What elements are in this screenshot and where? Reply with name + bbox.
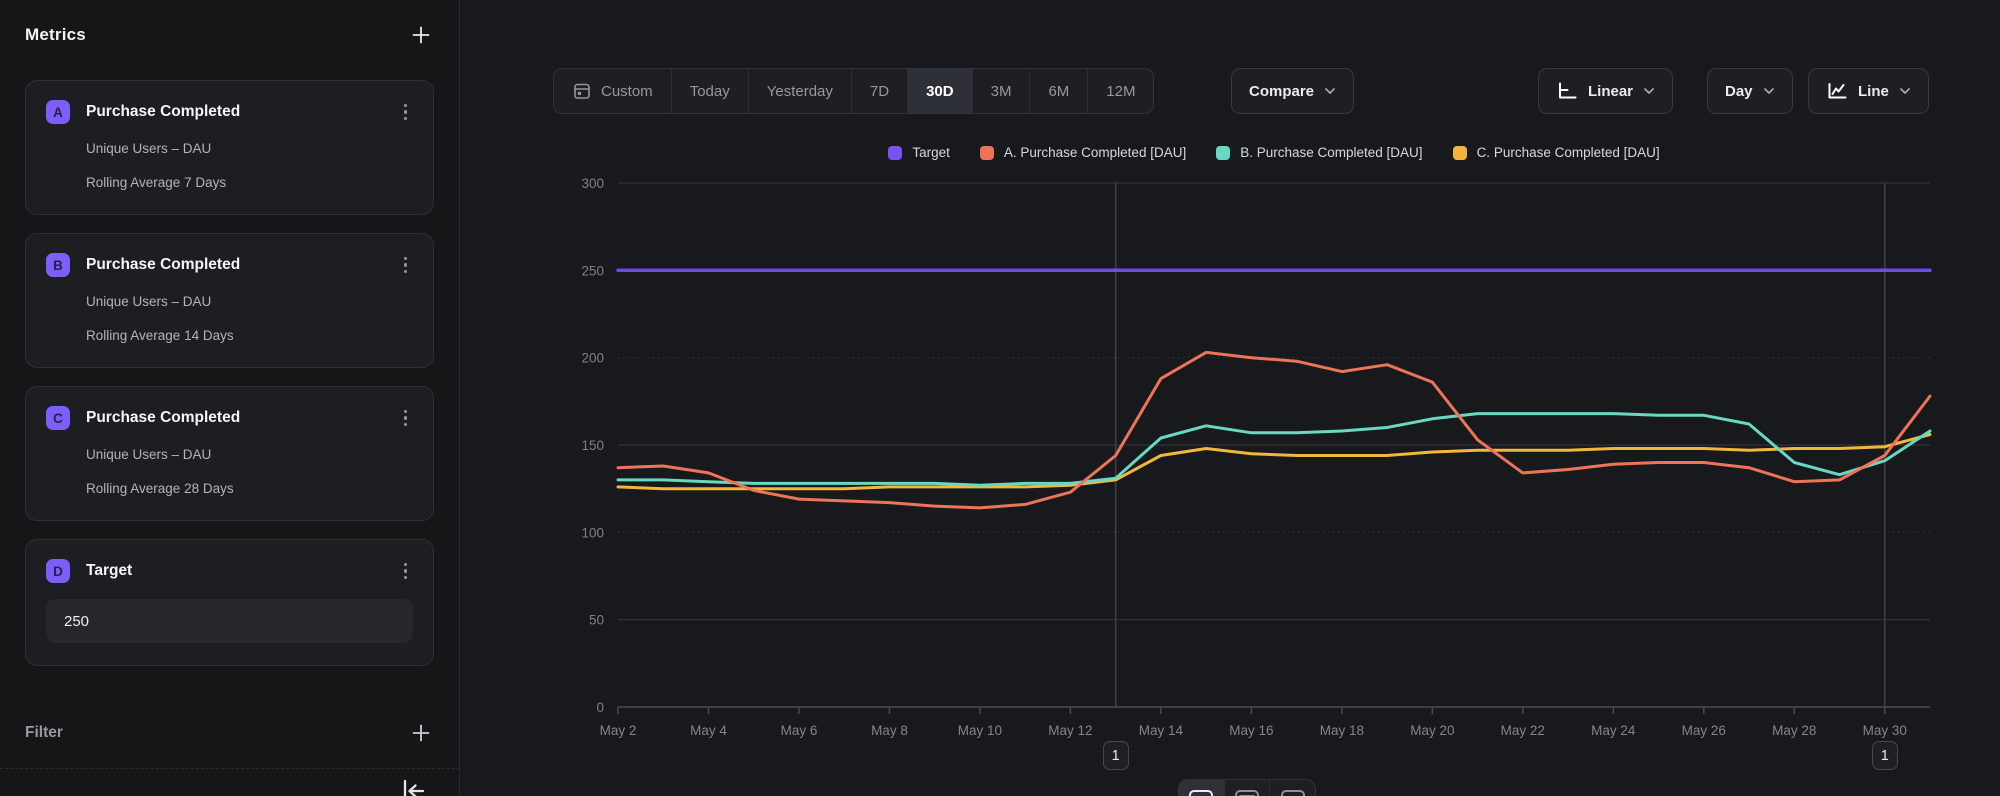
- view-mode-table[interactable]: [1225, 780, 1271, 796]
- target-menu-button[interactable]: [398, 559, 414, 584]
- metric-title: Purchase Completed: [86, 103, 398, 121]
- x-axis-tick-label: May 14: [1139, 723, 1184, 738]
- filter-label: Filter: [25, 724, 63, 742]
- x-axis-tick-label: May 10: [958, 723, 1002, 738]
- sidebar-header: Metrics: [25, 22, 434, 48]
- add-metric-button[interactable]: [408, 22, 434, 48]
- x-axis-tick-label: May 28: [1772, 723, 1816, 738]
- x-axis-tick-label: May 8: [871, 723, 908, 738]
- metric-rolling-average: Rolling Average 28 Days: [86, 480, 413, 498]
- annotation-badge-1[interactable]: 1: [1103, 741, 1129, 770]
- annotation-badge-2[interactable]: 1: [1872, 741, 1898, 770]
- metric-title: Purchase Completed: [86, 409, 398, 427]
- metric-measure: Unique Users – DAU: [86, 140, 413, 158]
- x-axis-tick-label: May 20: [1410, 723, 1454, 738]
- x-axis-tick-label: May 12: [1048, 723, 1092, 738]
- metric-rolling-average: Rolling Average 7 Days: [86, 174, 413, 192]
- chart-view-icon: [1189, 790, 1213, 796]
- y-axis-tick-label: 250: [581, 263, 604, 278]
- plus-icon: [410, 24, 432, 46]
- metric-badge-c: C: [46, 406, 70, 430]
- metric-measure: Unique Users – DAU: [86, 293, 413, 311]
- x-axis-tick-label: May 4: [690, 723, 727, 738]
- x-axis-tick-label: May 16: [1229, 723, 1273, 738]
- target-value-input[interactable]: [46, 599, 413, 643]
- metric-card-header: A Purchase Completed: [46, 100, 413, 124]
- metric-measure: Unique Users – DAU: [86, 446, 413, 464]
- metric-menu-button[interactable]: [398, 100, 414, 125]
- target-card-header: D Target: [46, 559, 413, 583]
- y-axis-tick-label: 300: [581, 176, 604, 191]
- y-axis-tick-label: 100: [581, 525, 604, 540]
- metric-menu-button[interactable]: [398, 253, 414, 278]
- x-axis-tick-label: May 24: [1591, 723, 1636, 738]
- x-axis-tick-label: May 22: [1501, 723, 1545, 738]
- metric-card-header: C Purchase Completed: [46, 406, 413, 430]
- sidebar-title: Metrics: [25, 25, 86, 45]
- plus-icon: [410, 722, 432, 744]
- x-axis-tick-label: May 2: [600, 723, 637, 738]
- filter-section: Filter: [25, 718, 434, 748]
- x-axis-tick-label: May 18: [1320, 723, 1364, 738]
- view-mode-split[interactable]: [1270, 780, 1315, 796]
- metric-card-header: B Purchase Completed: [46, 253, 413, 277]
- y-axis-tick-label: 50: [589, 613, 604, 628]
- metric-card-a[interactable]: A Purchase Completed Unique Users – DAU …: [25, 80, 434, 215]
- x-axis-tick-label: May 6: [781, 723, 818, 738]
- metrics-sidebar: Metrics A Purchase Completed Unique User…: [0, 0, 460, 796]
- collapse-left-icon: [399, 777, 427, 796]
- y-axis-tick-label: 0: [596, 700, 604, 715]
- metric-rolling-average: Rolling Average 14 Days: [86, 327, 413, 345]
- add-filter-button[interactable]: [408, 720, 434, 746]
- collapse-sidebar-button[interactable]: [399, 777, 427, 796]
- metric-title: Purchase Completed: [86, 256, 398, 274]
- line-chart: May 2 May 4 May 6 May 8 May 10 May 12 May 14 Ma…: [460, 0, 2000, 796]
- view-mode-toggle: [1178, 779, 1316, 796]
- split-view-icon: [1281, 790, 1305, 796]
- chart-panel: CustomTodayYesterday7D30D3M6M12M Compare…: [460, 0, 2000, 796]
- metric-badge-d: D: [46, 559, 70, 583]
- y-axis-tick-label: 150: [581, 438, 604, 453]
- metric-badge-a: A: [46, 100, 70, 124]
- series-line-c-purchase-completed-dau[interactable]: [618, 435, 1930, 489]
- table-view-icon: [1235, 790, 1259, 796]
- sidebar-footer: [0, 768, 460, 796]
- metric-card-c[interactable]: C Purchase Completed Unique Users – DAU …: [25, 386, 434, 521]
- view-mode-chart[interactable]: [1179, 780, 1225, 796]
- metric-badge-b: B: [46, 253, 70, 277]
- metric-card-b[interactable]: B Purchase Completed Unique Users – DAU …: [25, 233, 434, 368]
- metrics-dashboard: Metrics A Purchase Completed Unique User…: [0, 0, 2000, 796]
- x-axis-tick-label: May 26: [1682, 723, 1726, 738]
- y-axis-tick-label: 200: [581, 351, 604, 366]
- metric-menu-button[interactable]: [398, 406, 414, 431]
- target-title: Target: [86, 562, 398, 580]
- x-axis-tick-label: May 30: [1863, 723, 1907, 738]
- target-card[interactable]: D Target: [25, 539, 434, 666]
